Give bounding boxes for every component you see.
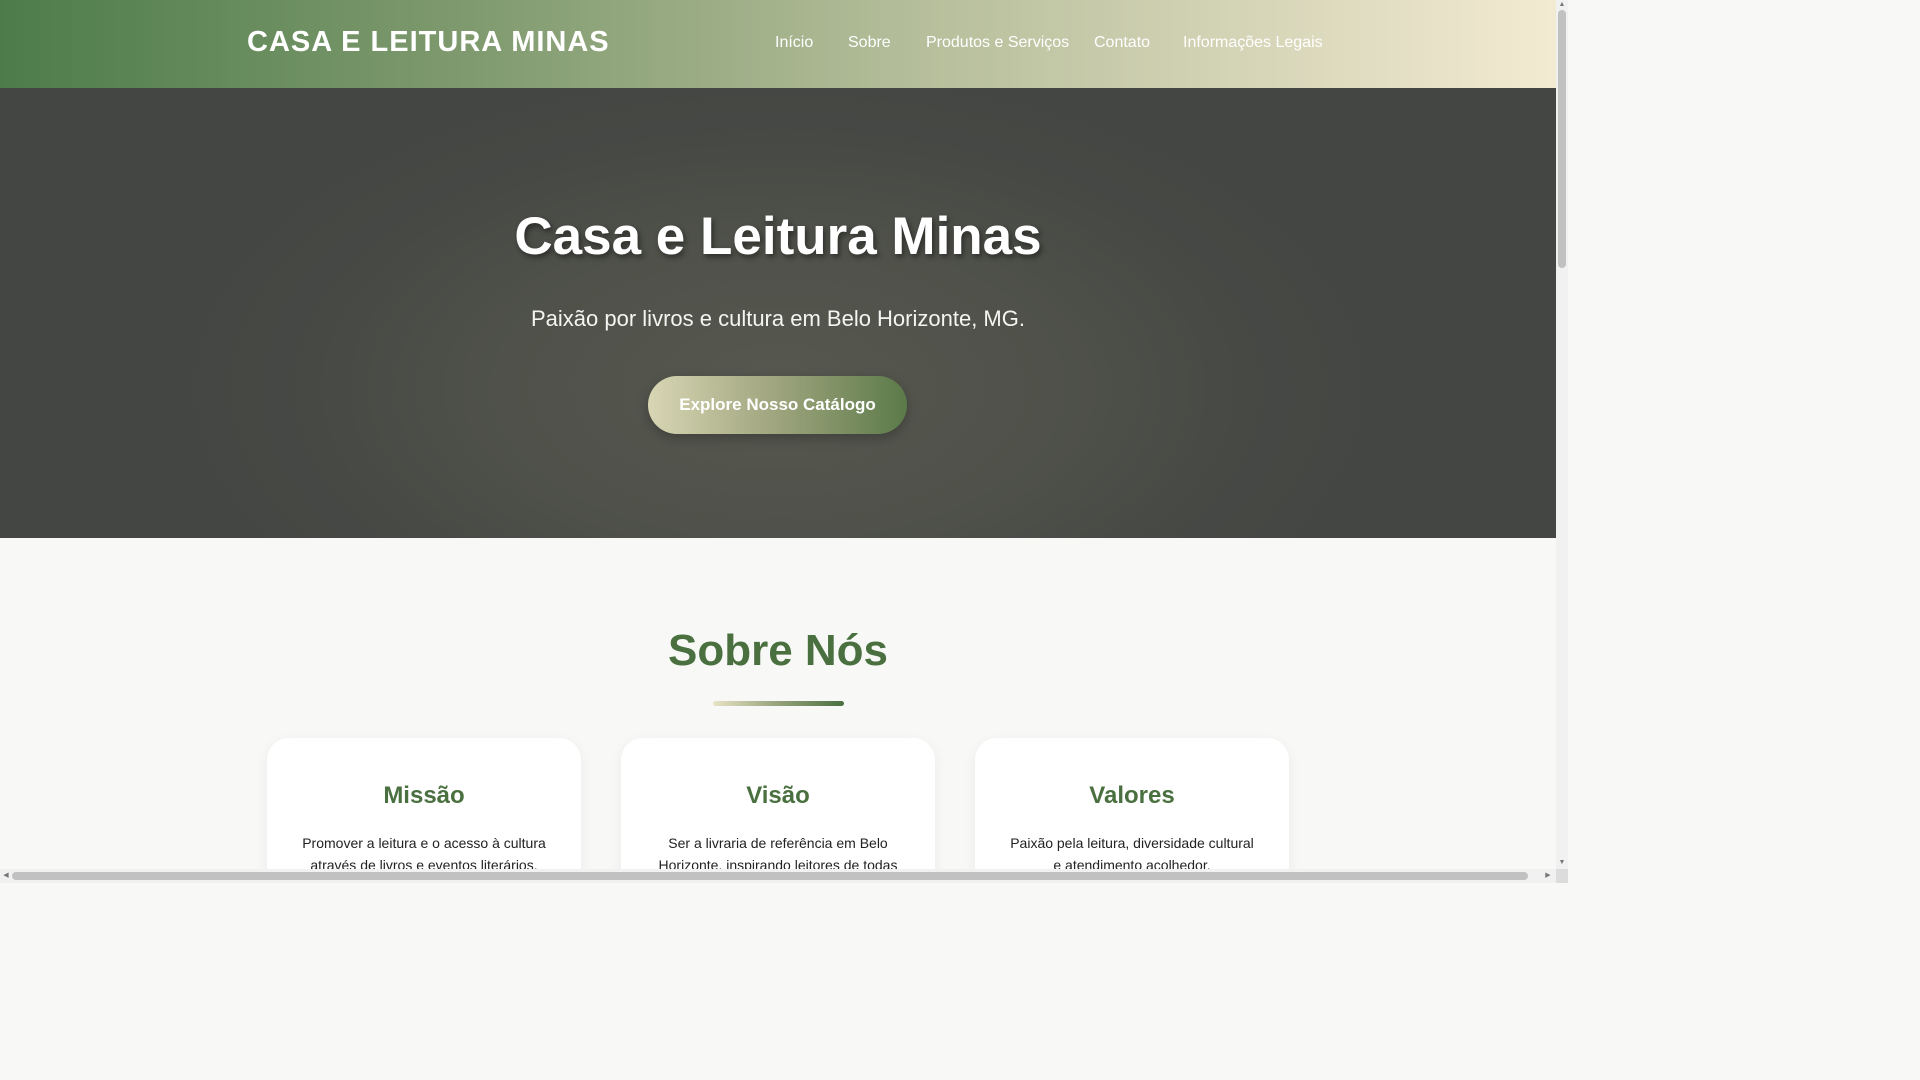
vertical-scrollbar[interactable]: ▲ ▼ <box>1556 0 1568 883</box>
card-title: Valores <box>1089 782 1175 809</box>
scrollbar-corner <box>1556 869 1568 883</box>
card-title: Visão <box>746 782 810 809</box>
horizontal-scroll-thumb[interactable] <box>12 872 1528 880</box>
nav-link-produtos-servicos[interactable]: Produtos e Serviços <box>926 34 1069 52</box>
about-title-underline <box>713 701 844 706</box>
card-visao: Visão Ser a livraria de referência em Be… <box>621 738 935 883</box>
brand-logo-text[interactable]: CASA E LEITURA MINAS <box>247 26 610 59</box>
scroll-up-arrow-icon[interactable]: ▲ <box>1556 0 1568 10</box>
hero-section: Casa e Leitura Minas Paixão por livros e… <box>0 88 1556 538</box>
horizontal-scrollbar[interactable]: ◀ ▶ <box>0 869 1556 883</box>
explore-catalog-button[interactable]: Explore Nosso Catálogo <box>648 376 907 434</box>
card-missao: Missão Promover a leitura e o acesso à c… <box>267 738 581 883</box>
scroll-left-arrow-icon[interactable]: ◀ <box>1 871 11 881</box>
nav-link-informacoes-legais[interactable]: Informações Legais <box>1183 34 1323 52</box>
hero-title: Casa e Leitura Minas <box>514 207 1042 266</box>
nav-link-inicio[interactable]: Início <box>775 34 813 52</box>
nav-link-contato[interactable]: Contato <box>1094 34 1150 52</box>
vertical-scroll-thumb[interactable] <box>1558 10 1566 268</box>
scroll-down-arrow-icon[interactable]: ▼ <box>1556 858 1568 868</box>
site-header: CASA E LEITURA MINAS Início Sobre Produt… <box>0 0 1556 88</box>
hero-subtitle: Paixão por livros e cultura em Belo Hori… <box>531 306 1025 331</box>
scroll-right-arrow-icon[interactable]: ▶ <box>1543 871 1553 881</box>
card-valores: Valores Paixão pela leitura, diversidade… <box>975 738 1289 883</box>
nav-link-sobre[interactable]: Sobre <box>848 34 891 52</box>
card-title: Missão <box>383 782 465 809</box>
about-title: Sobre Nós <box>667 626 889 675</box>
page: CASA E LEITURA MINAS Início Sobre Produt… <box>0 0 1556 883</box>
